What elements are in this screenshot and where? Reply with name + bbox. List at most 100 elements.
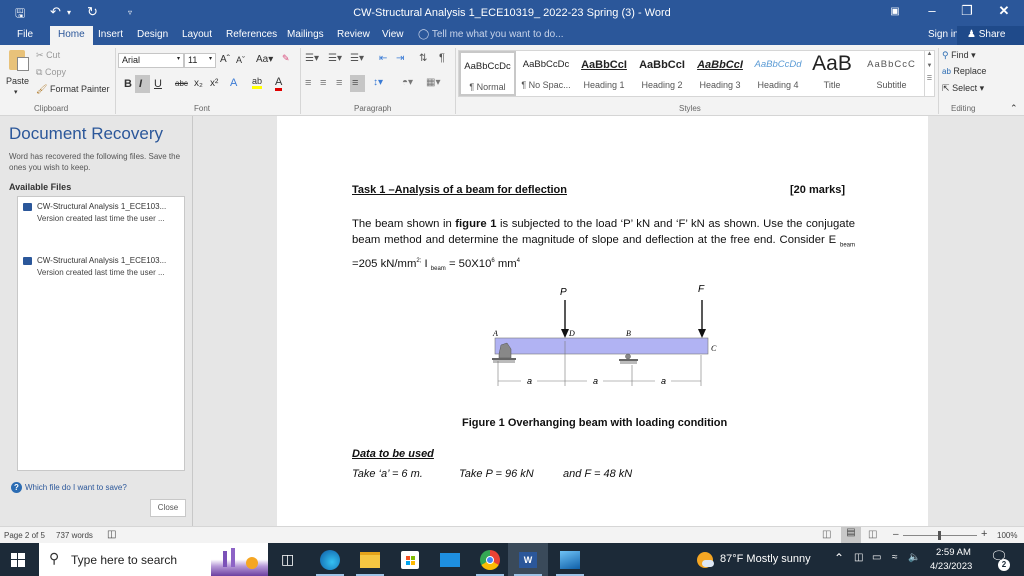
web-layout-icon[interactable]: ◫ [868, 529, 877, 540]
style-no-spacing[interactable]: AaBbCcDc ¶ No Spac... [517, 51, 575, 96]
tab-review[interactable]: Review [337, 29, 370, 40]
clock-time[interactable]: 2:59 AM [936, 547, 971, 558]
task-view-icon[interactable]: ◫ [281, 551, 294, 568]
tell-me-search[interactable]: ◯ Tell me what you want to do... [418, 29, 564, 40]
borders-icon[interactable]: ▦▾ [426, 77, 440, 88]
meet-now-icon[interactable]: ◫ [854, 552, 863, 563]
zoom-in-button[interactable]: + [981, 528, 987, 540]
font-color-icon[interactable]: A [275, 76, 283, 91]
highlight-icon[interactable]: ab [252, 76, 263, 89]
word-count[interactable]: 737 words [56, 531, 93, 540]
style-normal[interactable]: AaBbCcDc ¶ Normal [459, 51, 516, 96]
styles-scroll[interactable]: ▲ ▼ ☰ [924, 51, 934, 96]
style-heading-1[interactable]: AaBbCcI Heading 1 [575, 51, 633, 96]
collapse-ribbon-icon[interactable]: ⌃ [1010, 103, 1018, 114]
sort-icon[interactable]: ⇅ [419, 53, 427, 64]
shading-icon[interactable]: ◓▾ [402, 77, 413, 88]
align-left-icon[interactable]: ≡ [305, 77, 311, 89]
document-page[interactable]: Task 1 –Analysis of a beam for deflectio… [277, 116, 928, 526]
wifi-icon[interactable]: ≈ [892, 552, 898, 563]
minimize-button[interactable]: – [920, 3, 944, 18]
subscript-button[interactable]: x₂ [194, 78, 203, 89]
chevron-down-icon: ▾ [208, 56, 212, 62]
clock-date[interactable]: 4/23/2023 [930, 561, 972, 572]
paste-button[interactable]: Paste ▾ [4, 48, 34, 98]
select-button[interactable]: ⇱ Select ▾ [942, 83, 984, 94]
recovery-file-item[interactable]: CW-Structural Analysis 1_ECE103... Versi… [23, 256, 183, 282]
read-mode-icon[interactable]: ◫ [822, 529, 831, 540]
tab-file[interactable]: File [17, 29, 33, 40]
format-painter-button[interactable]: 🖌 Format Painter [36, 84, 109, 95]
taskbar-edge[interactable] [310, 543, 350, 576]
align-right-icon[interactable]: ≡ [336, 77, 342, 89]
taskbar-chrome[interactable] [470, 543, 510, 576]
taskbar-search[interactable]: ⚲ Type here to search [39, 543, 268, 576]
multilevel-list-icon[interactable]: ☰▾ [350, 53, 364, 64]
justify-icon[interactable]: ≡ [350, 75, 365, 92]
help-icon: ? [11, 482, 22, 493]
tab-insert[interactable]: Insert [98, 29, 123, 40]
print-layout-icon[interactable]: ▤ [841, 527, 861, 543]
strikethrough-button[interactable]: abc [175, 79, 188, 88]
page-count[interactable]: Page 2 of 5 [4, 531, 45, 540]
word-icon: W [519, 552, 537, 568]
replace-button[interactable]: ab Replace [942, 66, 986, 76]
style-title[interactable]: AaB Title [807, 51, 857, 96]
change-case-button[interactable]: Aa▾ [256, 54, 273, 65]
taskbar-word[interactable]: W [508, 543, 548, 576]
zoom-slider-thumb[interactable] [938, 531, 941, 540]
style-heading-4[interactable]: AaBbCcDd Heading 4 [749, 51, 807, 96]
cut-button[interactable]: ✂ Cut [36, 50, 60, 61]
taskbar-mail[interactable] [430, 543, 470, 576]
battery-icon[interactable]: ▭ [872, 552, 881, 563]
align-center-icon[interactable]: ≡ [320, 77, 326, 89]
font-size-select[interactable]: 11 ▾ [184, 53, 216, 68]
clear-formatting-icon[interactable]: ✎ [282, 53, 290, 64]
style-heading-3[interactable]: AaBbCcI Heading 3 [691, 51, 749, 96]
style-subtitle[interactable]: AaBbCcC Subtitle [859, 51, 924, 96]
pilcrow-icon[interactable]: ¶ [439, 52, 445, 64]
increase-indent-icon[interactable]: ⇥ [396, 53, 404, 64]
volume-icon[interactable]: 🔈 [908, 552, 920, 563]
ribbon-display-icon[interactable]: ▣ [883, 6, 907, 17]
bold-button[interactable]: B [124, 78, 132, 90]
weather-text[interactable]: 87°F Mostly sunny [720, 553, 811, 565]
zoom-out-button[interactable]: – [893, 529, 899, 540]
style-heading-2[interactable]: AaBbCcI Heading 2 [633, 51, 691, 96]
windows-start-icon[interactable] [11, 553, 25, 567]
underline-button[interactable]: U [154, 78, 162, 90]
zoom-level[interactable]: 100% [997, 531, 1017, 540]
close-button[interactable]: ✕ [992, 3, 1016, 19]
decrease-indent-icon[interactable]: ⇤ [379, 53, 387, 64]
find-button[interactable]: ⚲ Find ▾ [942, 50, 976, 61]
recovery-file-item[interactable]: CW-Structural Analysis 1_ECE103... Versi… [23, 202, 183, 228]
tab-design[interactable]: Design [137, 29, 168, 40]
italic-button[interactable]: I [135, 75, 150, 93]
recovery-close-button[interactable]: Close [150, 499, 186, 517]
shrink-font-button[interactable]: Aˇ [236, 55, 245, 65]
title-bar: 🖫 ↶ ▾ ↻ ▿ CW-Structural Analysis 1_ECE10… [0, 0, 1024, 26]
tab-view[interactable]: View [382, 29, 404, 40]
share-button[interactable]: ♟ Share [957, 26, 1024, 45]
tab-layout[interactable]: Layout [182, 29, 212, 40]
taskbar-store[interactable] [390, 543, 430, 576]
bullets-icon[interactable]: ☰▾ [305, 53, 319, 64]
copy-button[interactable]: ⧉ Copy [36, 67, 66, 78]
show-hidden-icons[interactable]: ⌃ [834, 551, 844, 565]
tab-home[interactable]: Home [50, 26, 93, 45]
sign-in-link[interactable]: Sign in [928, 29, 959, 40]
taskbar-photos[interactable] [550, 543, 590, 576]
tab-mailings[interactable]: Mailings [287, 29, 324, 40]
line-spacing-icon[interactable]: ↕▾ [373, 77, 383, 88]
which-file-help-link[interactable]: ? Which file do I want to save? [11, 482, 127, 493]
restore-button[interactable]: ❐ [955, 3, 979, 19]
text-effects-icon[interactable]: A [230, 77, 237, 89]
proofing-icon[interactable]: ◫ [107, 529, 116, 540]
superscript-button[interactable]: x² [210, 78, 218, 89]
numbering-icon[interactable]: ☰▾ [328, 53, 342, 64]
grow-font-button[interactable]: Aˆ [220, 54, 230, 65]
taskbar-file-explorer[interactable] [350, 543, 390, 576]
weather-icon[interactable] [697, 552, 714, 568]
font-name-select[interactable]: Arial ▾ [118, 53, 184, 68]
tab-references[interactable]: References [226, 29, 277, 40]
